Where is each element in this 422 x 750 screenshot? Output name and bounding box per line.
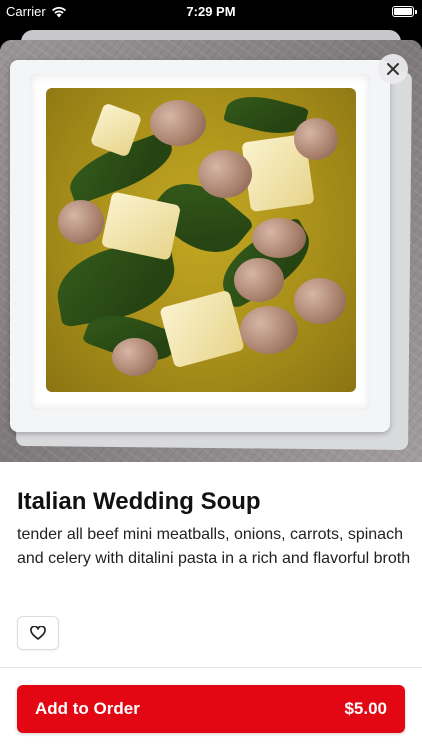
divider (0, 667, 422, 668)
battery-icon (392, 6, 417, 17)
status-bar: Carrier 7:29 PM (0, 0, 422, 24)
close-button[interactable] (378, 54, 408, 84)
favorite-button[interactable] (17, 616, 59, 650)
close-icon (387, 63, 399, 75)
add-to-order-label: Add to Order (35, 699, 140, 718)
status-time: 7:29 PM (186, 4, 236, 19)
item-photo (0, 40, 422, 462)
item-price: $5.00 (344, 699, 387, 718)
item-title: Italian Wedding Soup (17, 488, 261, 515)
item-description: tender all beef mini meatballs, onions, … (17, 526, 411, 567)
heart-icon (30, 626, 46, 640)
add-to-order-button[interactable]: Add to Order $5.00 (17, 685, 405, 733)
item-detail-sheet: Italian Wedding Soup tender all beef min… (0, 40, 422, 750)
